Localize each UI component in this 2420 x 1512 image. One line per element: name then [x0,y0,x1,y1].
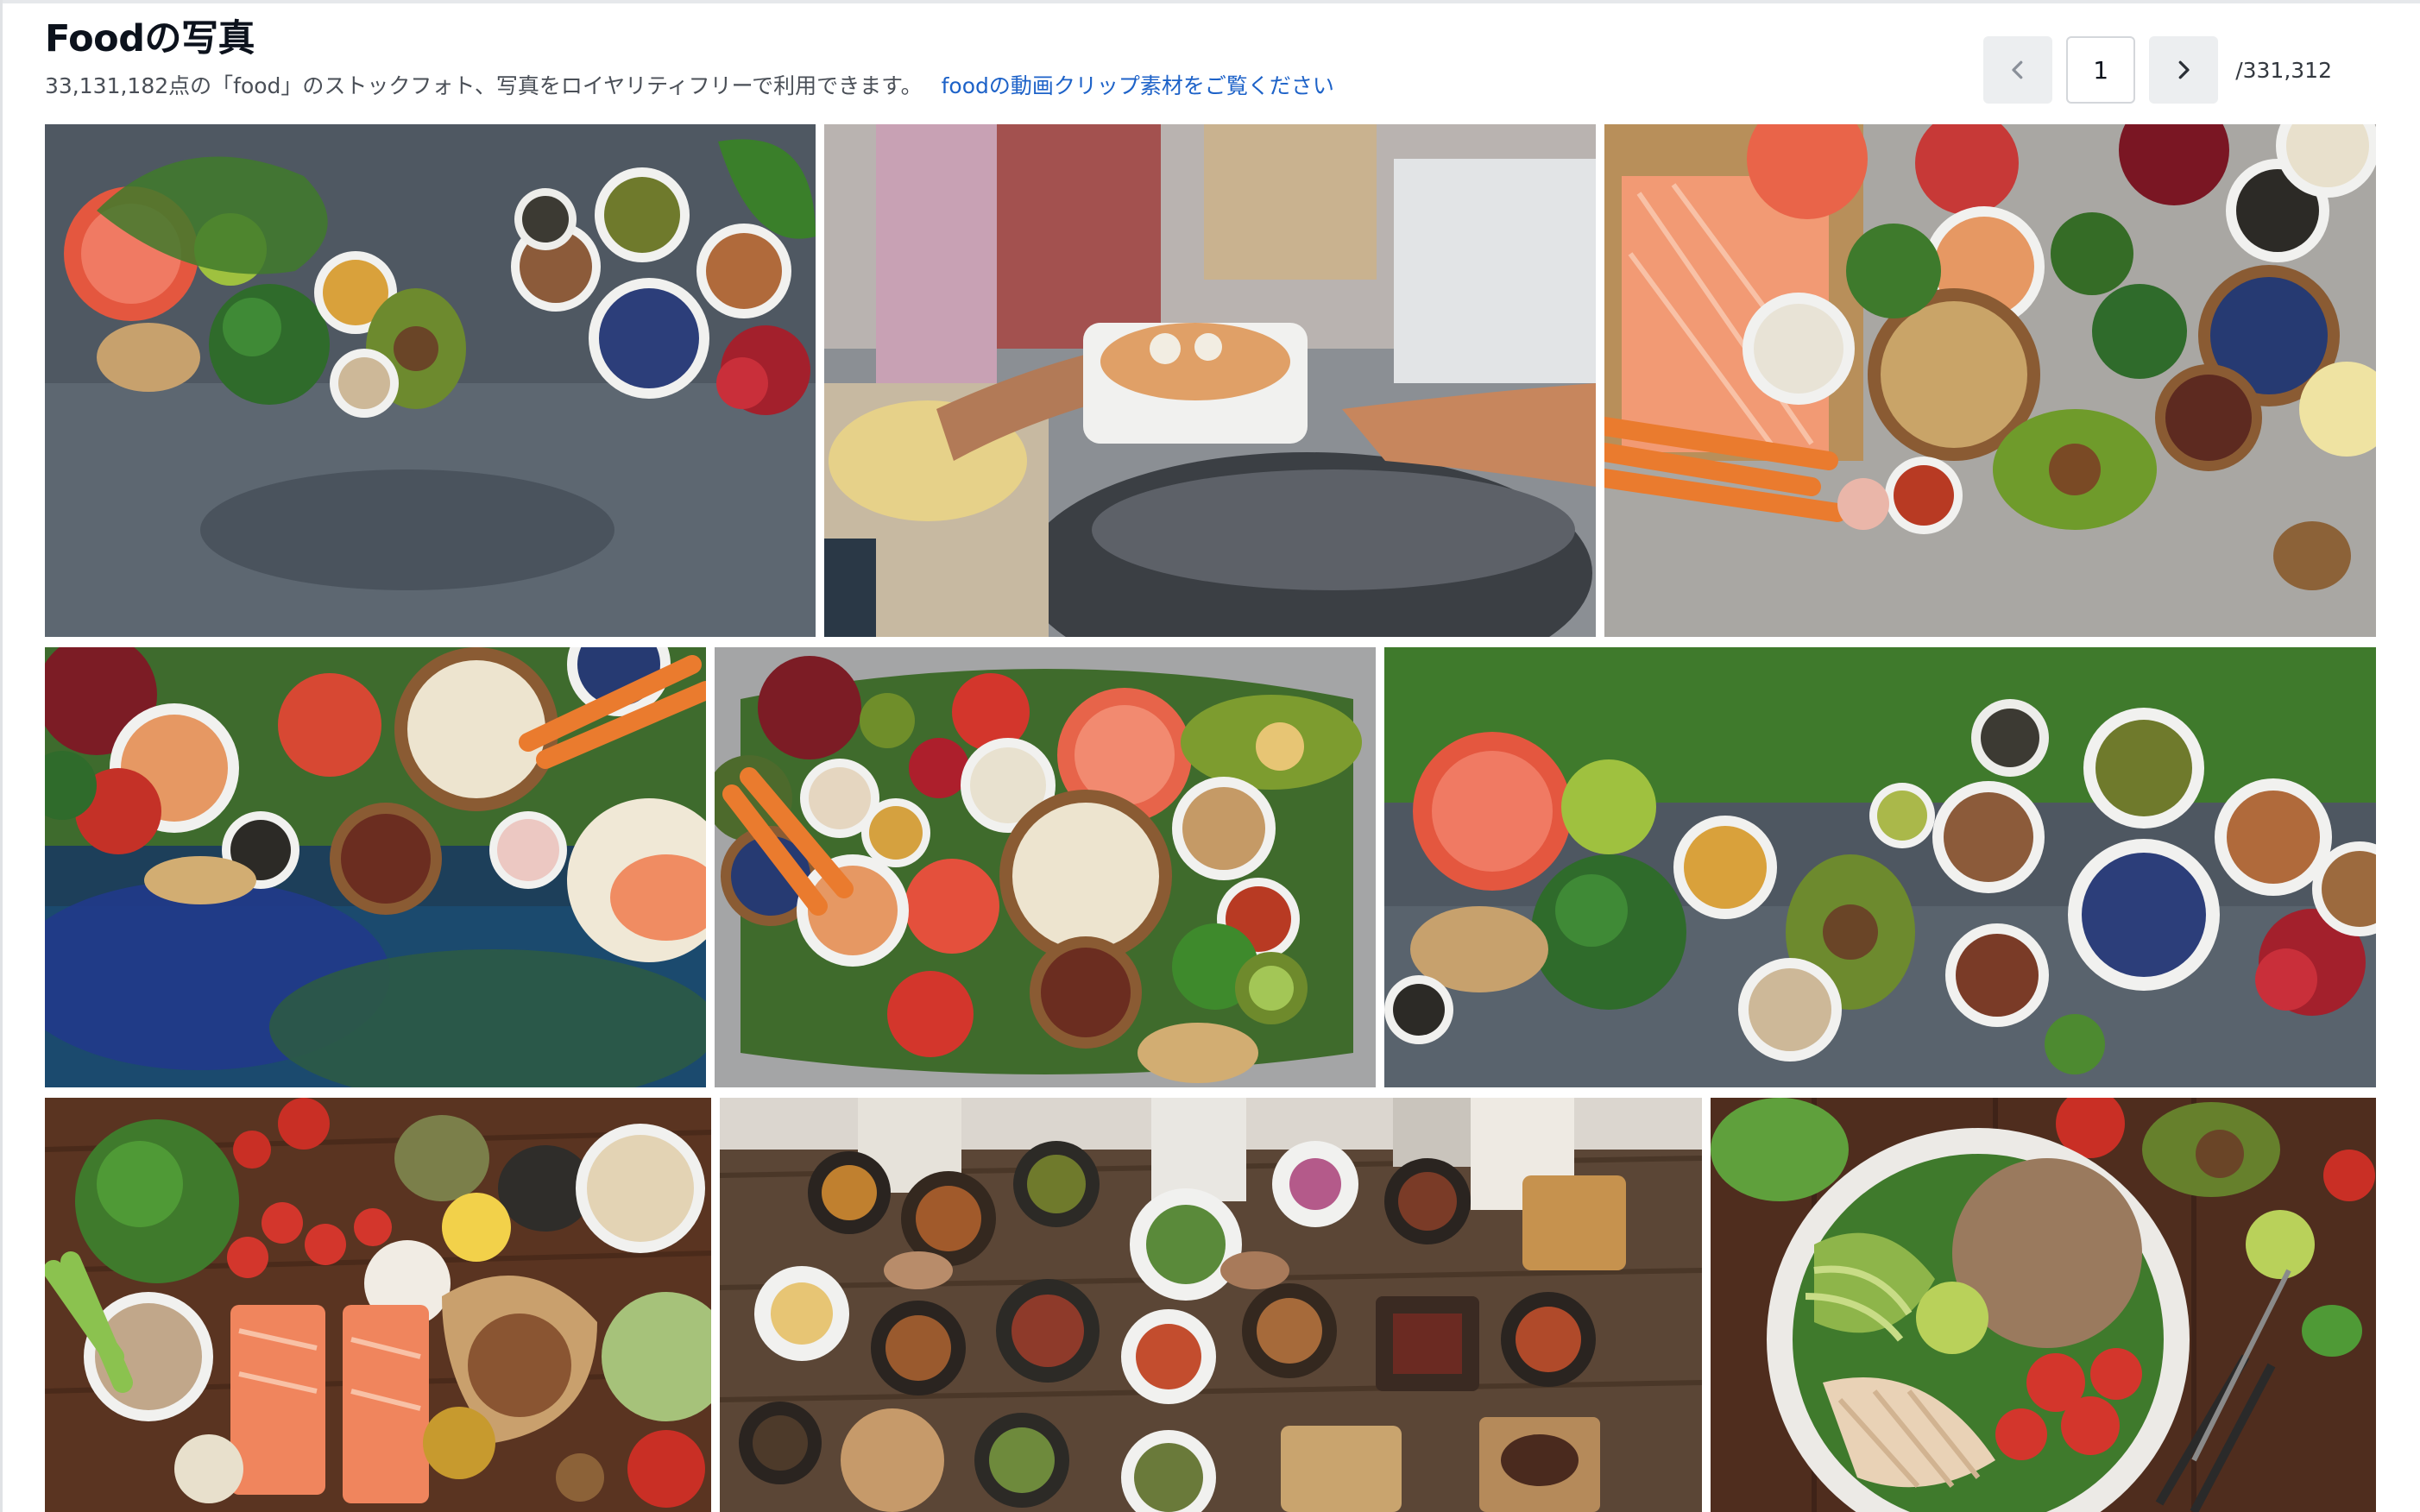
healthy-ingredients-flatlay-image [45,124,816,637]
food-on-blue-stone-image [45,647,706,1087]
chicken-avocado-salad-bowl-image [1711,1098,2376,1512]
balanced-diet-grey-table-image [715,647,1376,1087]
top-border [0,0,2420,3]
superfood-salmon-vegetables-image [1604,124,2376,637]
chevron-right-icon [2178,60,2190,79]
page-title: Foodの写真 [45,17,255,60]
photo-thumbnail[interactable] [715,647,1376,1087]
photo-thumbnail[interactable] [1604,124,2376,637]
result-count-description: 33,131,182点の「food」のストックフォト、写真をロイヤリティフリーで… [45,69,1334,100]
chevron-left-icon [2012,60,2023,79]
page-number-input[interactable]: 1 [2066,36,2136,104]
video-clips-link[interactable]: foodの動画クリップ素材をご覧ください [942,73,1334,98]
total-pages: /331,312 [2235,57,2332,83]
healthy-ingredients-banner-image [1384,647,2376,1087]
food-sharing-charity-image [824,124,1596,637]
photo-thumbnail[interactable] [45,124,816,637]
photo-thumbnail[interactable] [1384,647,2376,1087]
photo-thumbnail[interactable] [1711,1098,2376,1512]
photo-thumbnail[interactable] [824,124,1596,637]
result-count-text: 33,131,182点の「food」のストックフォト、写真をロイヤリティフリーで… [45,73,923,98]
photo-thumbnail[interactable] [45,647,706,1087]
photo-thumbnail[interactable] [45,1098,711,1512]
people-sharing-meal-overhead-image [720,1098,1702,1512]
photo-thumbnail[interactable] [720,1098,1702,1512]
previous-page-button[interactable] [1983,36,2053,104]
page-header: Foodの写真 33,131,182点の「food」のストックフォト、写真をロイ… [45,9,2375,104]
left-border [0,0,3,1512]
pagination: 1 /331,312 [1983,36,2332,104]
next-page-button[interactable] [2149,36,2219,104]
salmon-nuts-wooden-table-image [45,1098,711,1512]
